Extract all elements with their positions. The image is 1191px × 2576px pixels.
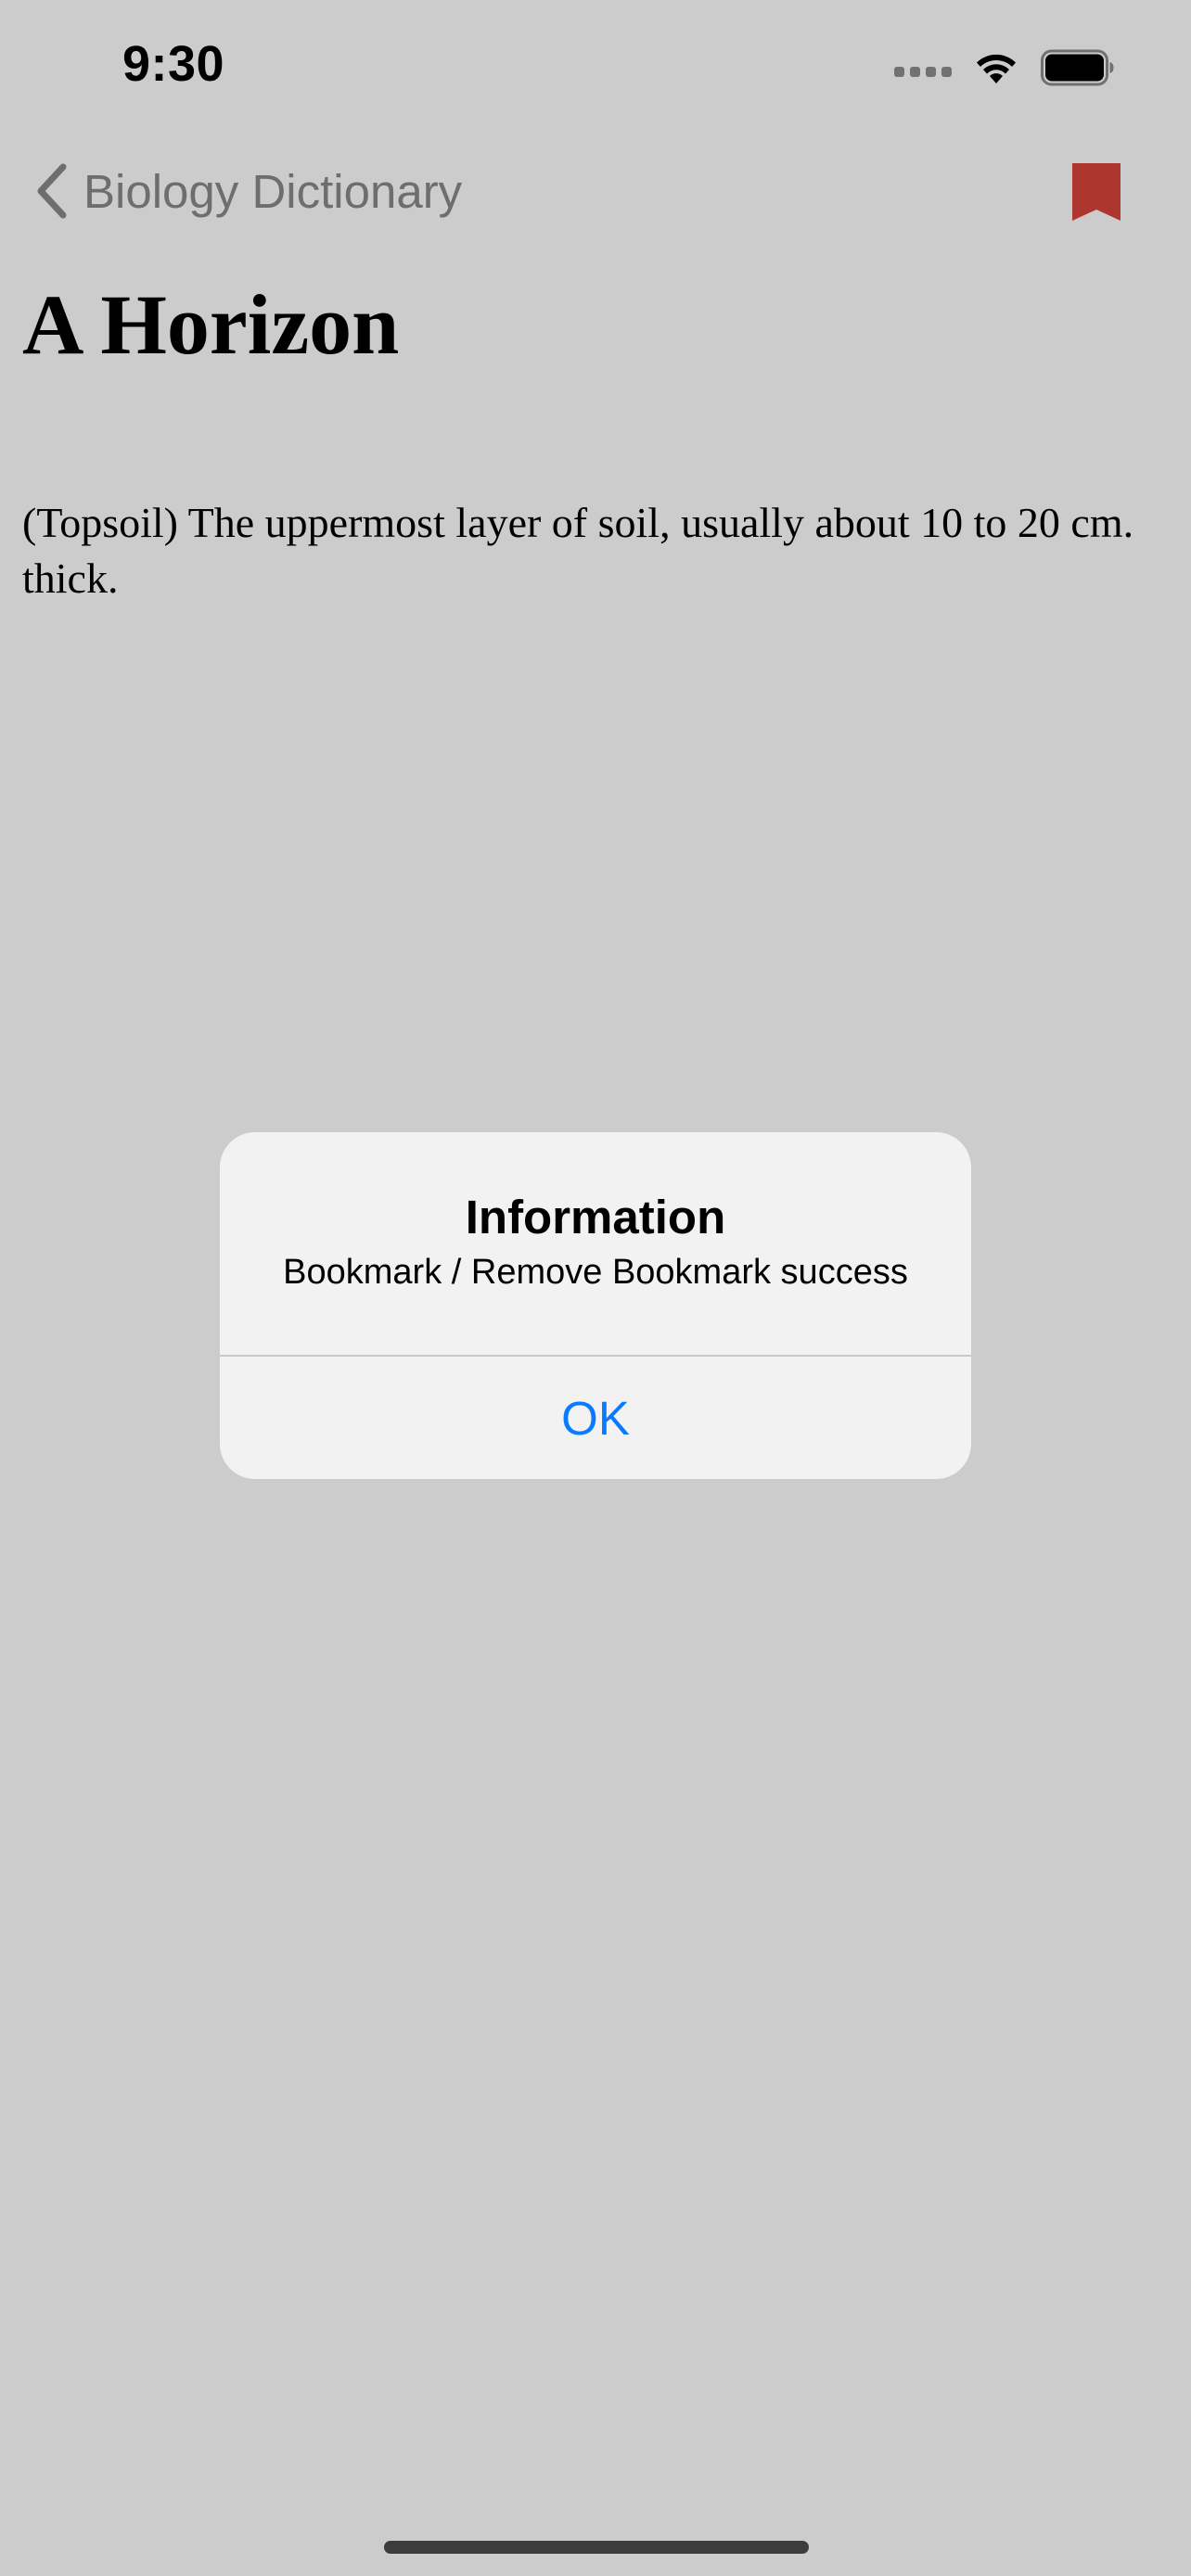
ok-button[interactable]: OK (220, 1357, 971, 1479)
alert-message: Bookmark / Remove Bookmark success (283, 1253, 908, 1292)
alert-title: Information (465, 1191, 726, 1243)
screen: 9:30 Biology Dictionary A Horizon (Topso… (0, 0, 1191, 2576)
home-indicator[interactable] (384, 2541, 809, 2554)
alert-dialog: Information Bookmark / Remove Bookmark s… (220, 1132, 971, 1479)
